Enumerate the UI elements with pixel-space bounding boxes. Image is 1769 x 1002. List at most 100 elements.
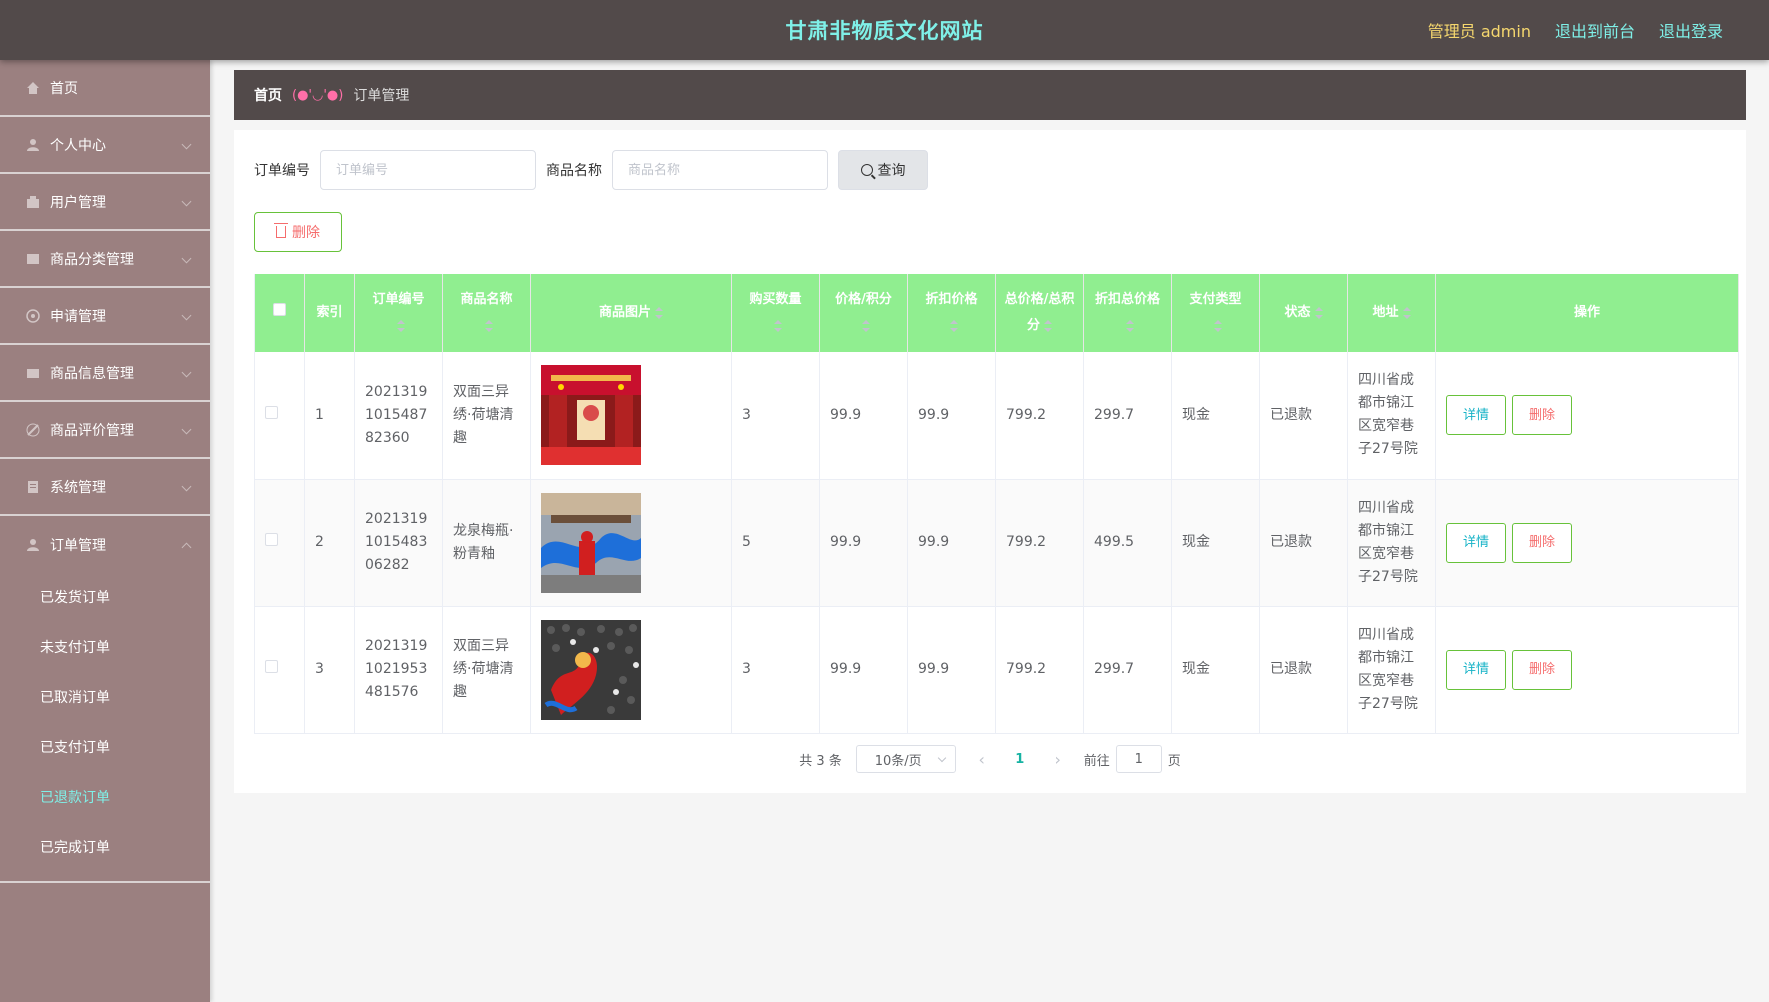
column-header[interactable]: 折扣价格	[907, 274, 996, 352]
search-button[interactable]: 查询	[838, 150, 928, 190]
sidebar: 首页 个人中心 用户管理 商品分类管理 申请管理 商品信息管理 商品评价管理 系…	[0, 60, 210, 1002]
cell-order-no: 20213191021953481576	[354, 606, 443, 734]
column-header[interactable]: 购买数量	[731, 274, 820, 352]
cell-total: 799.2	[995, 479, 1084, 607]
sort-icon[interactable]	[396, 319, 405, 332]
sort-icon[interactable]	[1402, 306, 1411, 319]
row-checkbox[interactable]	[265, 405, 278, 419]
cell-status: 已退款	[1259, 352, 1348, 480]
sort-icon[interactable]	[773, 319, 782, 332]
column-header: 操作	[1435, 274, 1739, 352]
sidebar-item-orders[interactable]: 订单管理	[0, 516, 210, 573]
goods-image	[541, 492, 641, 593]
category-icon	[24, 250, 42, 268]
cell-goods-image	[530, 352, 732, 480]
prev-page-button[interactable]: ‹	[970, 745, 994, 773]
sidebar-item-system[interactable]: 系统管理	[0, 459, 210, 516]
sort-icon[interactable]	[861, 319, 870, 332]
goods-name-input[interactable]	[612, 150, 828, 190]
next-page-button[interactable]: ›	[1046, 745, 1070, 773]
submenu-cancelled-orders[interactable]: 已取消订单	[0, 673, 210, 723]
table-header-row: 索引 订单编号 商品名称 商品图片 购买数量 价格/积分 折扣价格 总价格/总积…	[254, 274, 1739, 352]
column-header[interactable]: 折扣总价格	[1083, 274, 1172, 352]
sidebar-item-home[interactable]: 首页	[0, 60, 210, 117]
sidebar-item-label: 个人中心	[50, 137, 106, 154]
sidebar-item-profile[interactable]: 个人中心	[0, 117, 210, 174]
submenu-completed-orders[interactable]: 已完成订单	[0, 823, 210, 873]
pagination: 共 3 条 10条/页 ‹ 1 › 前往 页	[234, 745, 1746, 773]
users-icon	[24, 193, 42, 211]
sort-icon[interactable]	[655, 306, 663, 319]
column-header[interactable]: 价格/积分	[819, 274, 908, 352]
column-header[interactable]: 索引	[304, 274, 355, 352]
table-row[interactable]: 2 2021319101548306282 龙泉梅瓶·粉青釉 5 99.9 99…	[254, 479, 1739, 607]
submenu-unpaid-orders[interactable]: 未支付订单	[0, 623, 210, 673]
row-select-cell	[254, 479, 305, 607]
cell-discount-price: 99.9	[907, 606, 996, 734]
column-header[interactable]: 订单编号	[354, 274, 443, 352]
sort-icon[interactable]	[1314, 306, 1323, 319]
delete-button[interactable]: 删除	[1512, 649, 1572, 690]
row-select-cell	[254, 606, 305, 734]
system-icon	[24, 478, 42, 496]
sort-icon[interactable]	[1044, 319, 1052, 332]
cell-address: 四川省成都市锦江区宽窄巷子27号院	[1347, 606, 1436, 734]
sidebar-item-category[interactable]: 商品分类管理	[0, 231, 210, 288]
front-link[interactable]: 退出到前台	[1555, 18, 1635, 42]
order-no-input[interactable]	[320, 150, 536, 190]
sidebar-item-label: 用户管理	[50, 194, 106, 211]
cell-index: 2	[304, 479, 355, 607]
page-size-select[interactable]: 10条/页	[855, 745, 956, 773]
submenu-shipped-orders[interactable]: 已发货订单	[0, 573, 210, 623]
column-header[interactable]: 状态	[1259, 274, 1348, 352]
table-row[interactable]: 1 2021319101548782360 双面三异绣·荷塘清趣 3 99.9 …	[254, 352, 1739, 480]
column-header[interactable]: 支付类型	[1171, 274, 1260, 352]
submenu-refunded-orders[interactable]: 已退款订单	[0, 773, 210, 823]
sort-icon[interactable]	[949, 319, 958, 332]
column-header[interactable]: 总价格/总积分	[995, 274, 1084, 352]
page-number[interactable]: 1	[1008, 752, 1032, 767]
sort-icon[interactable]	[484, 319, 493, 332]
table-row[interactable]: 3 20213191021953481576 双面三异绣·荷塘清趣 3 99.9…	[254, 606, 1739, 734]
breadcrumb: 首页 (●'◡'●) 订单管理	[234, 70, 1746, 120]
delete-button[interactable]: 删除	[1512, 522, 1572, 563]
row-checkbox[interactable]	[265, 533, 278, 546]
submenu-paid-orders[interactable]: 已支付订单	[0, 723, 210, 773]
select-all-checkbox[interactable]	[273, 303, 286, 316]
logout-link[interactable]: 退出登录	[1659, 18, 1723, 42]
sidebar-item-review[interactable]: 商品评价管理	[0, 402, 210, 459]
search-form: 订单编号 商品名称 查询	[254, 150, 1726, 190]
search-icon	[860, 164, 873, 176]
chevron-down-icon	[181, 310, 192, 321]
row-checkbox[interactable]	[265, 660, 278, 673]
column-header[interactable]: 商品图片	[530, 274, 732, 352]
column-header[interactable]: 地址	[1347, 274, 1436, 352]
pagination-total: 共 3 条	[799, 753, 842, 769]
cell-qty: 3	[731, 352, 820, 480]
goods-icon	[24, 364, 42, 382]
sort-icon[interactable]	[1213, 319, 1222, 332]
breadcrumb-home[interactable]: 首页	[254, 85, 282, 105]
goods-image	[541, 365, 641, 466]
goods-image	[541, 619, 641, 720]
page-size-value: 10条/页	[874, 753, 922, 769]
detail-button[interactable]: 详情	[1446, 522, 1506, 563]
detail-button[interactable]: 详情	[1446, 649, 1506, 690]
column-header[interactable]: 商品名称	[442, 274, 531, 352]
sidebar-item-apply[interactable]: 申请管理	[0, 288, 210, 345]
cell-discount-total: 499.5	[1083, 479, 1172, 607]
chevron-down-icon	[937, 753, 946, 763]
sidebar-item-goods[interactable]: 商品信息管理	[0, 345, 210, 402]
select-all-cell	[254, 274, 305, 352]
detail-button[interactable]: 详情	[1446, 395, 1506, 436]
sidebar-item-users[interactable]: 用户管理	[0, 174, 210, 231]
cell-discount-total: 299.7	[1083, 352, 1172, 480]
cell-qty: 3	[731, 606, 820, 734]
batch-delete-button[interactable]: 删除	[254, 212, 342, 252]
review-icon	[24, 421, 42, 439]
goto-page-input[interactable]	[1115, 745, 1162, 773]
toolbar: 删除	[254, 212, 1726, 252]
delete-button[interactable]: 删除	[1512, 395, 1572, 436]
sort-icon[interactable]	[1125, 319, 1134, 332]
cell-price: 99.9	[819, 479, 908, 607]
